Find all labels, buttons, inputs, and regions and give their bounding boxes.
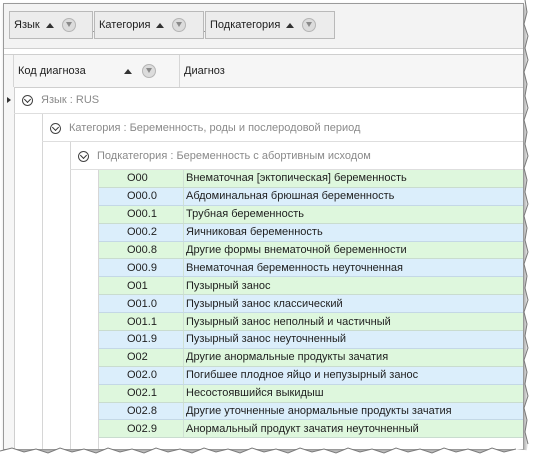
focused-row-indicator-icon [7,97,11,103]
sort-ascending-icon[interactable] [45,22,54,28]
diagnosis-name-cell[interactable]: Пузырный занос [183,277,271,295]
diagnosis-code-cell[interactable]: O01.0 [99,298,183,310]
column-header-code[interactable]: Код диагноза [14,55,180,87]
group-row-label: Язык : RUS [41,94,100,106]
table-row[interactable]: O02 Другие анормальные продукты зачатия [99,348,523,367]
diagnosis-code-cell[interactable]: O00.9 [99,262,183,274]
diagnosis-table-body: O00 Внематочная [эктопическая] беременнос… [99,170,523,439]
column-header-label: Диагноз [184,65,225,77]
indent-guide [70,142,71,449]
group-row-subcategory[interactable]: Подкатегория : Беременность с абортивным… [70,143,523,170]
group-chip-category[interactable]: Категория [94,11,204,39]
table-row[interactable]: O01.0 Пузырный занос классический [99,295,523,314]
collapse-icon[interactable] [50,122,61,134]
group-row-label: Подкатегория : Беременность с абортивным… [97,150,371,162]
torn-edge-right [523,0,533,459]
row-indicator-header [4,55,14,87]
indent-guide [42,114,43,449]
table-row[interactable]: O00.9 Внематочная беременность неуточненн… [99,259,523,278]
table-row[interactable]: O02.8 Другие уточненные анормальные проду… [99,402,523,421]
group-chip-label: Подкатегория [210,19,281,31]
diagnosis-code-cell[interactable]: O02.0 [99,369,183,381]
collapse-icon[interactable] [22,94,33,106]
group-row-category[interactable]: Категория : Беременность, роды и послеро… [42,115,523,142]
group-chip-label: Язык [14,19,40,31]
group-chip-subcategory[interactable]: Подкатегория [205,11,335,39]
diagnosis-name-cell[interactable]: Несостоявшийся выкидыш [183,384,324,402]
sort-ascending-icon[interactable] [123,68,132,74]
filter-icon[interactable] [302,18,317,32]
diagnosis-name-cell[interactable]: Внематочная [эктопическая] беременность [183,170,407,187]
diagnosis-name-cell[interactable]: Абдоминальная брюшная беременность [183,187,394,205]
diagnosis-name-cell[interactable]: Пузырный занос неполный и частичный [183,313,391,331]
diagnosis-code-cell[interactable]: O00.1 [99,208,183,220]
diagnosis-code-cell[interactable]: O02.9 [99,423,183,435]
diagnosis-code-cell[interactable]: O01.1 [99,316,183,328]
diagnosis-code-cell[interactable]: O00.2 [99,226,183,238]
group-chip-language[interactable]: Язык [9,11,93,39]
table-row[interactable]: O02.0 Погибшее плодное яйцо и непузырный … [99,366,523,385]
column-header-row: Код диагноза Диагноз [4,54,523,88]
table-row[interactable]: O00.8 Другие формы внематочной беременнос… [99,241,523,260]
diagnosis-code-cell[interactable]: O02.8 [99,405,183,417]
diagnosis-code-cell[interactable]: O00.8 [99,244,183,256]
diagnosis-code-cell[interactable]: O01.9 [99,333,183,345]
diagnosis-name-cell[interactable]: Яичниковая беременность [183,223,323,241]
diagnosis-name-cell[interactable]: Другие анормальные продукты зачатия [183,348,388,366]
table-row[interactable]: O02.1 Несостоявшийся выкидыш [99,384,523,403]
filter-icon[interactable] [172,18,187,32]
diagnosis-name-cell[interactable]: Трубная беременность [183,205,304,223]
group-row-label: Категория : Беременность, роды и послеро… [69,122,361,134]
row-indicator-column [4,87,15,449]
table-row[interactable]: O00 Внематочная [эктопическая] беременнос… [99,170,523,188]
grid-window: Язык Категория Подкатегория Код диагноза… [3,3,524,450]
diagnosis-code-cell[interactable]: O01 [99,280,183,292]
table-row[interactable]: O01.1 Пузырный занос неполный и частичный [99,313,523,332]
group-chip-label: Категория [99,19,151,31]
table-row[interactable]: O00.1 Трубная беременность [99,205,523,224]
table-row[interactable]: O02.9 Анормальный продукт зачатия неуточн… [99,420,523,439]
diagnosis-code-cell[interactable]: O02 [99,351,183,363]
filter-icon[interactable] [141,64,156,78]
table-row[interactable]: O00.0 Абдоминальная брюшная беременность [99,187,523,206]
group-by-panel: Язык Категория Подкатегория [4,4,523,49]
filter-icon[interactable] [61,18,76,32]
group-row-language[interactable]: Язык : RUS [14,87,523,114]
diagnosis-code-cell[interactable]: O02.1 [99,387,183,399]
column-header-label: Код диагноза [18,65,86,77]
diagnosis-name-cell[interactable]: Анормальный продукт зачатия неуточненный [183,420,419,438]
column-header-diagnosis[interactable]: Диагноз [180,55,523,87]
torn-edge-bottom [0,447,533,459]
diagnosis-name-cell[interactable]: Внематочная беременность неуточненная [183,259,403,277]
diagnosis-name-cell[interactable]: Другие формы внематочной беременности [183,241,407,259]
table-row[interactable]: O01 Пузырный занос [99,277,523,296]
diagnosis-code-cell[interactable]: O00.0 [99,190,183,202]
table-row[interactable]: O01.9 Пузырный занос неуточненный [99,331,523,349]
sort-ascending-icon[interactable] [286,22,295,28]
sort-ascending-icon[interactable] [156,22,165,28]
diagnosis-name-cell[interactable]: Пузырный занос классический [183,295,343,313]
diagnosis-name-cell[interactable]: Другие уточненные анормальные продукты з… [183,402,452,420]
diagnosis-name-cell[interactable]: Пузырный занос неуточненный [183,331,346,348]
diagnosis-name-cell[interactable]: Погибшее плодное яйцо и непузырный занос [183,366,418,384]
table-row[interactable]: O00.2 Яичниковая беременность [99,223,523,242]
diagnosis-code-cell[interactable]: O00 [99,172,183,184]
collapse-icon[interactable] [78,150,89,162]
